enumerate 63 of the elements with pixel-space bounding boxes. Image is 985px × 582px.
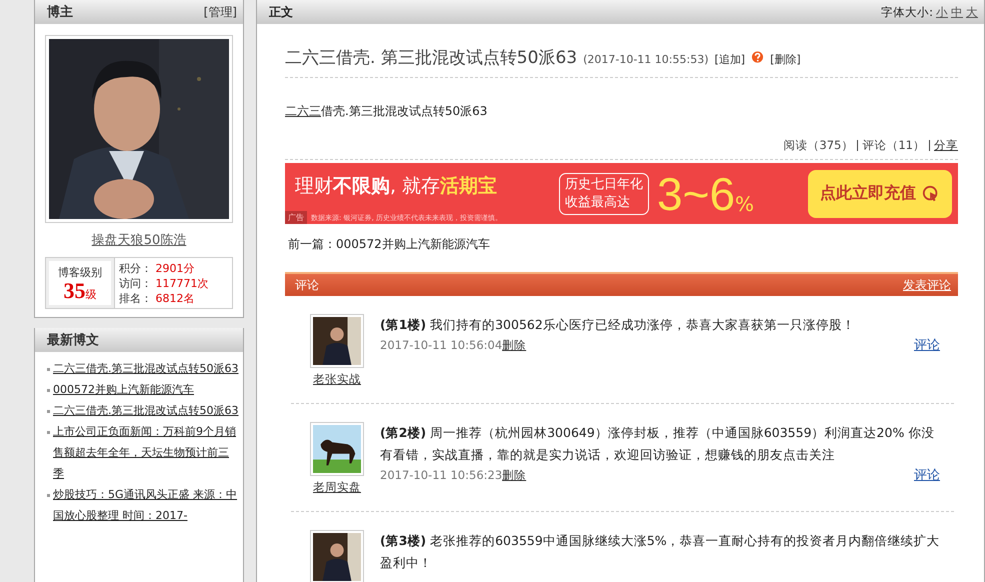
delete-link[interactable]: 删除 <box>502 468 526 482</box>
ad-tag: 广告 <box>285 211 307 224</box>
font-size-label: 字体大小: <box>881 4 933 20</box>
keyword-link[interactable]: 二六三 <box>285 104 321 118</box>
delete-link[interactable]: 删除 <box>502 338 526 352</box>
post-link[interactable]: 上市公司正负面新闻：万科前9个月销售额超去年全年，天坛生物预计前三季 <box>53 421 239 484</box>
comment-text: (第1楼) 我们持有的300562乐心医疗已经成功涨停，恭喜大家喜获第一只涨停股！ <box>380 316 856 334</box>
section-title: 评论 <box>295 276 319 294</box>
panel-title: 正文 <box>269 4 293 20</box>
stat-value: 6812名 <box>156 292 194 304</box>
commenter-name-link[interactable]: 老周实盘 <box>313 480 361 495</box>
comment-text: (第2楼) 周一推荐（杭州园林300649）涨停封板，推荐（中通国脉603559）利润直达20% 你没有看错，实战直播，靠的就是实力说话，欢迎回访验证，想赚钱的朋友点击关注 <box>380 424 936 464</box>
cursor-icon <box>922 184 940 202</box>
reply-link[interactable]: 评论 <box>914 466 940 484</box>
stat-value: 117771次 <box>156 276 208 290</box>
read-count: 阅读（375） <box>783 138 854 153</box>
previous-post-link[interactable]: 前一篇：000572并购上汽新能源汽车 <box>288 236 490 253</box>
post-link[interactable]: 000572并购上汽新能源汽车 <box>53 379 194 400</box>
level-label: 博客级别 <box>58 264 102 280</box>
level-unit: 级 <box>86 286 96 302</box>
article-text: 借壳.第三批混改试点转50派63 <box>321 104 488 118</box>
bullet-icon <box>47 389 50 392</box>
manage-link[interactable]: [管理] <box>204 4 237 20</box>
font-size-link[interactable]: 中 <box>951 4 963 20</box>
ad-rate: 3~6 <box>657 170 736 216</box>
bullet-icon <box>47 368 50 371</box>
comment-count: 评论（11） <box>862 138 925 153</box>
ad-text: 理财 <box>295 175 333 197</box>
article-time: (2017-10-11 10:55:53) <box>583 53 708 66</box>
comment-time: 2017-10-11 10:56:23 <box>380 468 502 482</box>
bullet-icon <box>47 431 50 434</box>
article-title: 二六三借壳. 第三批混改试点转50派63 <box>285 47 578 69</box>
stat-value: 2901分 <box>156 262 194 274</box>
recharge-button[interactable]: 点此立即充值 <box>808 170 952 218</box>
panel-title: 最新博文 <box>47 332 99 349</box>
ad-text: 活期宝 <box>440 175 498 197</box>
font-size-link[interactable]: 小 <box>936 4 948 20</box>
stat-label: 访问： <box>119 276 152 290</box>
ad-rate-caption: 收益最高达 <box>565 194 631 212</box>
share-link[interactable]: 分享 <box>934 138 958 153</box>
ad-text: , 就存 <box>390 175 440 197</box>
stat-label: 排名： <box>119 292 152 304</box>
post-link[interactable]: 炒股技巧：5G通讯风头正盛 来源：中国放心股整理 时间：2017- <box>53 484 239 526</box>
ad-rate-caption: 历史七日年化 <box>565 176 643 194</box>
post-comment-link[interactable]: 发表评论 <box>903 276 951 294</box>
post-link[interactable]: 二六三借壳.第三批混改试点转50派63 <box>53 400 238 421</box>
comment-text: (第3楼) 老张推荐的603559中通国脉继续大涨5%，恭喜一直耐心持有的投资者月内翻倍继续扩大盈利中！ <box>380 532 940 572</box>
post-link[interactable]: 二六三借壳.第三批混改试点转50派63 <box>53 358 238 379</box>
help-icon[interactable] <box>751 51 764 64</box>
panel-title: 博主 <box>47 4 73 21</box>
level-number: 35 <box>64 280 86 302</box>
ad-percent: % <box>735 192 754 216</box>
comment-time: 2017-10-11 10:56:04 <box>380 338 502 352</box>
font-size-link[interactable]: 大 <box>966 4 978 20</box>
bullet-icon <box>47 494 50 497</box>
append-link[interactable]: [追加] <box>714 52 746 67</box>
blogger-name-link[interactable]: 操盘天狼50陈浩 <box>92 231 186 249</box>
ad-text: 不限购 <box>333 175 390 197</box>
reply-link[interactable]: 评论 <box>914 336 940 354</box>
delete-link[interactable]: [删除] <box>770 52 801 67</box>
commenter-name-link[interactable]: 老张实战 <box>313 372 361 387</box>
stat-label: 积分： <box>119 262 152 274</box>
bullet-icon <box>47 410 50 413</box>
